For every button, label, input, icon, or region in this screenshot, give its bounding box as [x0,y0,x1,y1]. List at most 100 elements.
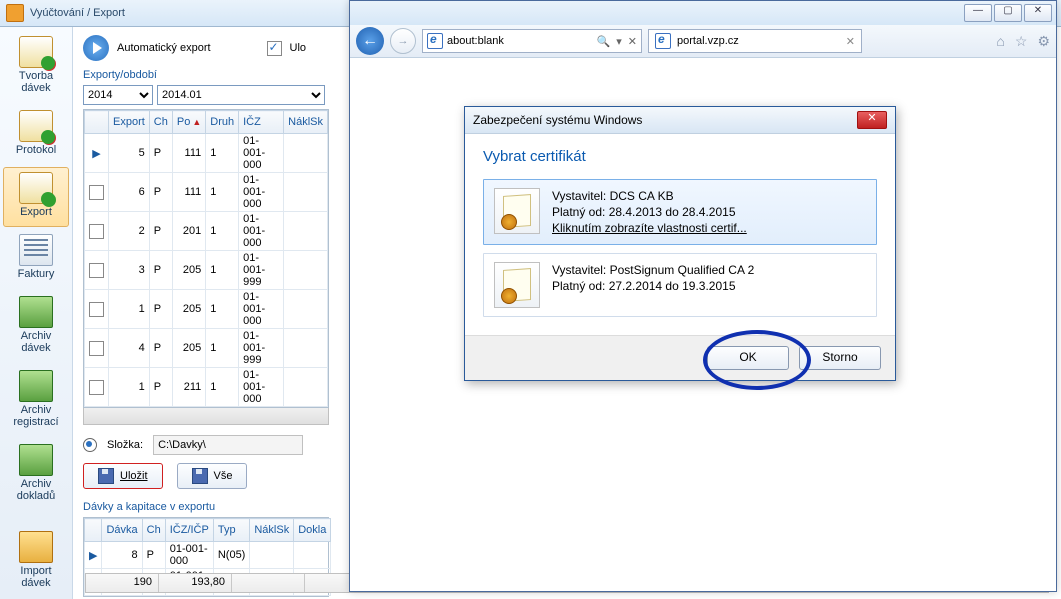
search-icon[interactable]: 🔍 [597,35,611,48]
col-header[interactable]: Po▲ [172,111,205,134]
security-dialog: Zabezpečení systému Windows ✕ Vybrat cer… [464,106,896,381]
table-row[interactable]: 2P201101-001-000 [85,212,328,251]
stop-icon[interactable]: ✕ [628,35,637,48]
exports-hscroll[interactable] [83,408,329,425]
browser-tab[interactable]: portal.vzp.cz ✕ [648,29,862,53]
cell: P [149,212,172,251]
sidebar-item-tvorba-davek[interactable]: 1Tvorbadávek [3,31,69,103]
cell: P [149,134,172,173]
sidebar-item-label: Importdávek [4,565,68,589]
col-header[interactable]: Ch [149,111,172,134]
col-header[interactable]: Dávka [102,519,142,542]
address-bar[interactable]: about:blank 🔍 ▾ ✕ [422,29,642,53]
col-header[interactable]: NáklSk [284,111,328,134]
col-header[interactable]: IČZ/IČP [165,519,213,542]
cell: 211 [172,368,205,407]
col-header[interactable]: IČZ [239,111,284,134]
table-row[interactable]: 1P211101-001-000 [85,368,328,407]
dialog-close-button[interactable]: ✕ [857,111,887,129]
folder-label: Složka: [107,439,143,451]
cell: 1 [206,212,239,251]
cell: 01-001-999 [239,251,284,290]
forward-button[interactable]: → [390,28,416,54]
export-icon: 3 [19,172,53,204]
cell: 205 [172,251,205,290]
address-tools: 🔍 ▾ ✕ [597,35,637,48]
cell: 1 [206,134,239,173]
ok-button[interactable]: OK [707,346,789,370]
sidebar-item-archiv-davek[interactable]: Archivdávek [3,291,69,363]
col-header[interactable] [85,111,109,134]
favorites-icon[interactable]: ☆ [1015,33,1028,50]
cell: 01-001-000 [165,542,213,569]
cell: 1 [109,290,150,329]
dialog-titlebar: Zabezpečení systému Windows ✕ [465,107,895,134]
table-row[interactable]: ▶5P111101-001-000 [85,134,328,173]
cell: 8 [102,542,142,569]
address-text: about:blank [447,35,593,47]
col-header[interactable]: Export [109,111,150,134]
cell: 1 [206,251,239,290]
home-icon[interactable]: ⌂ [996,33,1004,50]
cell: 1 [206,290,239,329]
col-header[interactable]: Druh [206,111,239,134]
certificate-properties-link[interactable]: Kliknutím zobrazíte vlastnosti certif... [552,220,747,236]
col-header[interactable] [85,519,102,542]
col-header[interactable]: Dokla [294,519,331,542]
cell: P [142,542,165,569]
cell: 1 [206,368,239,407]
cancel-button[interactable]: Storno [799,346,881,370]
cell: 3 [109,251,150,290]
ulo-checkbox[interactable] [267,41,282,56]
certificate-icon [494,188,540,234]
col-header[interactable]: Typ [213,519,250,542]
folder-radio[interactable] [83,438,97,452]
sidebar-item-protokol[interactable]: 2Protokol [3,105,69,165]
certificate-item[interactable]: Vystavitel: DCS CA KBPlatný od: 28.4.201… [483,179,877,245]
save-all-button[interactable]: Vše [177,463,248,489]
sidebar-item-faktury[interactable]: Faktury [3,229,69,289]
cell [284,173,328,212]
cell: P [149,290,172,329]
cell: 1 [206,173,239,212]
table-row[interactable]: 4P205101-001-999 [85,329,328,368]
ie-titlebar: — ▢ ✕ [350,1,1056,25]
save-button[interactable]: Uložit [83,463,163,489]
auto-export-button[interactable] [83,35,109,61]
sidebar-item-import-davek[interactable]: Importdávek [3,526,69,598]
cell: 4 [109,329,150,368]
tools-icon[interactable]: ⚙ [1037,33,1050,50]
sidebar-item-archiv-dokladu[interactable]: Archivdokladů [3,439,69,511]
status-cell: 190 [86,574,159,592]
period-combo[interactable]: 2014.01 [157,85,325,105]
cell [284,290,328,329]
cell: P [149,173,172,212]
cell [284,329,328,368]
back-button[interactable]: ← [356,27,384,55]
table-row[interactable]: 3P205101-001-999 [85,251,328,290]
cell [284,251,328,290]
table-row[interactable]: ▶8P01-001-000N(05) [85,542,331,569]
sidebar-item-archiv-registraci[interactable]: Archivregistrací [3,365,69,437]
sidebar-item-label: Archivdokladů [4,478,68,502]
dropdown-icon[interactable]: ▾ [616,35,622,48]
exports-grid[interactable]: ExportChPo▲DruhIČZNáklSk▶5P111101-001-00… [83,109,329,408]
maximize-button[interactable]: ▢ [994,4,1022,22]
certificate-text: Vystavitel: DCS CA KBPlatný od: 28.4.201… [552,188,747,236]
sidebar-item-export[interactable]: 3Export [3,167,69,227]
col-header[interactable]: NáklSk [250,519,294,542]
close-button[interactable]: ✕ [1024,4,1052,22]
col-header[interactable]: Ch [142,519,165,542]
certificate-item[interactable]: Vystavitel: PostSignum Qualified CA 2Pla… [483,253,877,317]
cell [250,542,294,569]
cell: 111 [172,173,205,212]
archiv-davek-icon [19,296,53,328]
year-combo[interactable]: 2014 [83,85,153,105]
table-row[interactable]: 6P111101-001-000 [85,173,328,212]
import-davek-icon [19,531,53,563]
minimize-button[interactable]: — [964,4,992,22]
tab-close-icon[interactable]: ✕ [846,35,855,48]
archiv-registraci-icon [19,370,53,402]
table-row[interactable]: 1P205101-001-000 [85,290,328,329]
certificate-icon [494,262,540,308]
